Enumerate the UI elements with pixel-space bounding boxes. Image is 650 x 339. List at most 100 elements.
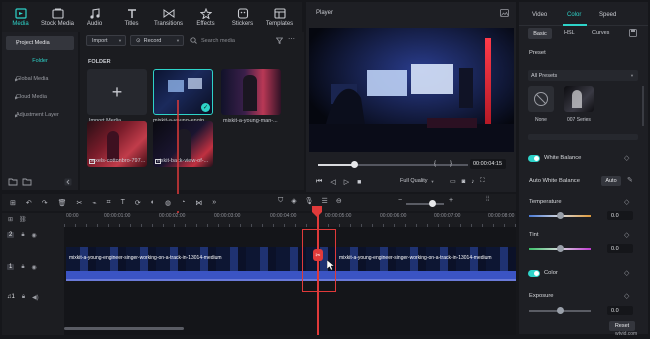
preset-scrollbar[interactable] — [642, 86, 644, 126]
reset-button[interactable]: Reset — [609, 321, 635, 331]
tab-audio[interactable]: Audio — [76, 2, 113, 32]
exposure-value[interactable]: 0.0 — [607, 306, 633, 315]
shield-icon[interactable]: ⛉ — [278, 197, 283, 205]
speaker-icon[interactable]: ◀) — [32, 294, 39, 301]
import-media-tile[interactable]: + — [87, 69, 147, 115]
keyframe-icon[interactable]: ◇ — [624, 269, 629, 277]
tab-transitions[interactable]: Transitions — [150, 2, 187, 32]
display-icon[interactable]: ▭ — [450, 178, 456, 185]
timeline-ruler[interactable]: 00:00 00:00:01:00 00:00:02:00 00:00:03:0… — [64, 213, 516, 227]
audio-detach-icon[interactable]: ⌁ — [92, 199, 96, 207]
subtab-curves[interactable]: Curves — [592, 30, 609, 36]
subtab-basic[interactable]: Basic — [528, 28, 552, 39]
marker-icon[interactable]: ◈ — [291, 197, 296, 205]
keyframe-tool-icon[interactable]: ⋈ — [195, 199, 202, 207]
eyedropper-icon[interactable]: ✎ — [627, 176, 633, 184]
mark-out-icon[interactable]: } — [450, 161, 452, 167]
tab-video[interactable]: Video — [532, 12, 547, 18]
keyframe-icon[interactable]: ◇ — [624, 292, 629, 300]
media-thumbnail[interactable] — [221, 69, 281, 115]
video-clip[interactable]: mixkit-a-young-engineer-singer-working-o… — [66, 247, 516, 279]
mask-icon[interactable]: ◐ — [151, 199, 155, 206]
play-icon[interactable]: ▷ — [344, 178, 349, 186]
tint-handle[interactable] — [557, 245, 564, 252]
zoom-in-icon[interactable]: + — [449, 197, 453, 204]
crop-icon[interactable]: ⌗ — [107, 199, 111, 207]
keyframe-icon[interactable]: ◇ — [624, 231, 629, 239]
preset-none[interactable] — [528, 86, 554, 112]
sidebar-item-cloud-media[interactable]: ▶ Cloud Media — [6, 90, 74, 104]
sidebar-item-folder[interactable]: Folder — [6, 54, 74, 68]
auto-button[interactable]: Auto — [601, 176, 621, 186]
split-icon[interactable]: ✂ — [313, 249, 323, 261]
zoom-out-icon[interactable]: − — [398, 197, 402, 204]
timeline-scrollbar[interactable] — [64, 327, 184, 330]
folder-icon[interactable] — [22, 178, 32, 186]
record-dropdown[interactable]: ⊙ Record ▼ — [130, 35, 184, 46]
tab-stickers[interactable]: Stickers — [224, 2, 261, 32]
grid-icon[interactable]: ⊞ — [10, 199, 16, 207]
preset-scroll-bar[interactable] — [528, 134, 638, 140]
delete-icon[interactable]: 🗑 — [58, 199, 67, 207]
subtab-hsl[interactable]: HSL — [564, 30, 575, 36]
exposure-handle[interactable] — [557, 307, 564, 314]
undo-icon[interactable]: ↶ — [26, 199, 32, 207]
tab-color[interactable]: Color — [567, 12, 581, 18]
step-back-icon[interactable]: ◁ — [330, 178, 335, 186]
redo-icon[interactable]: ↷ — [42, 199, 48, 207]
more-icon[interactable]: ⋯ — [288, 35, 295, 43]
keyframe-icon[interactable]: ◇ — [624, 154, 629, 162]
save-preset-icon[interactable] — [629, 29, 637, 37]
mark-in-icon[interactable]: { — [434, 161, 436, 167]
previous-frame-icon[interactable]: ⏮ — [316, 178, 322, 186]
eye-icon[interactable]: ◉ — [32, 232, 37, 239]
keyframe-icon[interactable]: ◇ — [624, 198, 629, 206]
lock-icon[interactable]: 🔒︎ — [22, 294, 25, 301]
speed-icon[interactable]: ◔ — [181, 199, 185, 206]
filter-icon[interactable] — [276, 37, 283, 44]
tab-templates[interactable]: Templates — [261, 2, 298, 32]
more-tools-icon[interactable]: » — [212, 199, 216, 206]
tab-stock-media[interactable]: Stock Media — [39, 2, 76, 32]
playhead-line[interactable] — [317, 213, 319, 335]
stop-icon[interactable]: ■ — [357, 179, 361, 186]
tint-value[interactable]: 0.0 — [607, 244, 633, 253]
tab-effects[interactable]: Effects — [187, 2, 224, 32]
preset-thumbnail[interactable] — [564, 86, 594, 112]
sidebar-item-global-media[interactable]: ▶ Global Media — [6, 72, 74, 86]
white-balance-toggle[interactable] — [528, 155, 540, 162]
text-icon[interactable]: T — [121, 199, 125, 206]
video-preview[interactable] — [309, 28, 514, 152]
camera-icon[interactable]: ◙ — [462, 179, 466, 185]
split-icon[interactable]: ✂ — [77, 199, 83, 207]
tab-titles[interactable]: Titles — [113, 2, 150, 32]
tab-media[interactable]: Media — [2, 2, 39, 32]
captions-icon[interactable]: ☰ — [322, 197, 328, 205]
color-toggle[interactable] — [528, 270, 540, 277]
sidebar-item-adjustment-layer[interactable]: ▶ Adjustment Layer — [6, 108, 74, 122]
fullscreen-icon[interactable]: ⛶ — [480, 178, 484, 185]
zoom-handle[interactable] — [429, 200, 436, 207]
rotate-icon[interactable]: ⟳ — [135, 199, 141, 207]
snapshot-icon[interactable] — [500, 9, 509, 17]
microphone-icon[interactable]: 🎙 — [305, 197, 314, 205]
eye-icon[interactable]: ◉ — [32, 264, 37, 271]
lock-icon[interactable]: 🔒︎ — [21, 232, 24, 239]
lock-icon[interactable]: 🔒︎ — [21, 264, 24, 271]
playhead-marker[interactable] — [312, 206, 322, 218]
volume-icon[interactable]: ♪ — [471, 179, 474, 185]
quality-dropdown[interactable]: Full Quality ▼ — [400, 178, 434, 184]
sidebar-item-project-media[interactable]: ▼ Project Media — [6, 36, 74, 50]
add-track-icon[interactable]: ⊞ — [8, 216, 13, 223]
preset-dropdown[interactable]: All Presets ▼ — [528, 70, 638, 81]
playhead-handle[interactable] — [351, 161, 358, 168]
color-match-icon[interactable]: ◍ — [165, 199, 171, 207]
search-input[interactable]: Search media — [190, 35, 280, 46]
temperature-handle[interactable] — [557, 212, 564, 219]
link-icon[interactable]: ⛓ — [19, 216, 27, 223]
new-folder-icon[interactable] — [8, 178, 18, 186]
tab-speed[interactable]: Speed — [599, 12, 616, 18]
import-dropdown[interactable]: Import ▼ — [86, 35, 126, 46]
layout-icon[interactable]: ⦙⦙ — [486, 196, 489, 204]
temperature-value[interactable]: 0.0 — [607, 211, 633, 220]
